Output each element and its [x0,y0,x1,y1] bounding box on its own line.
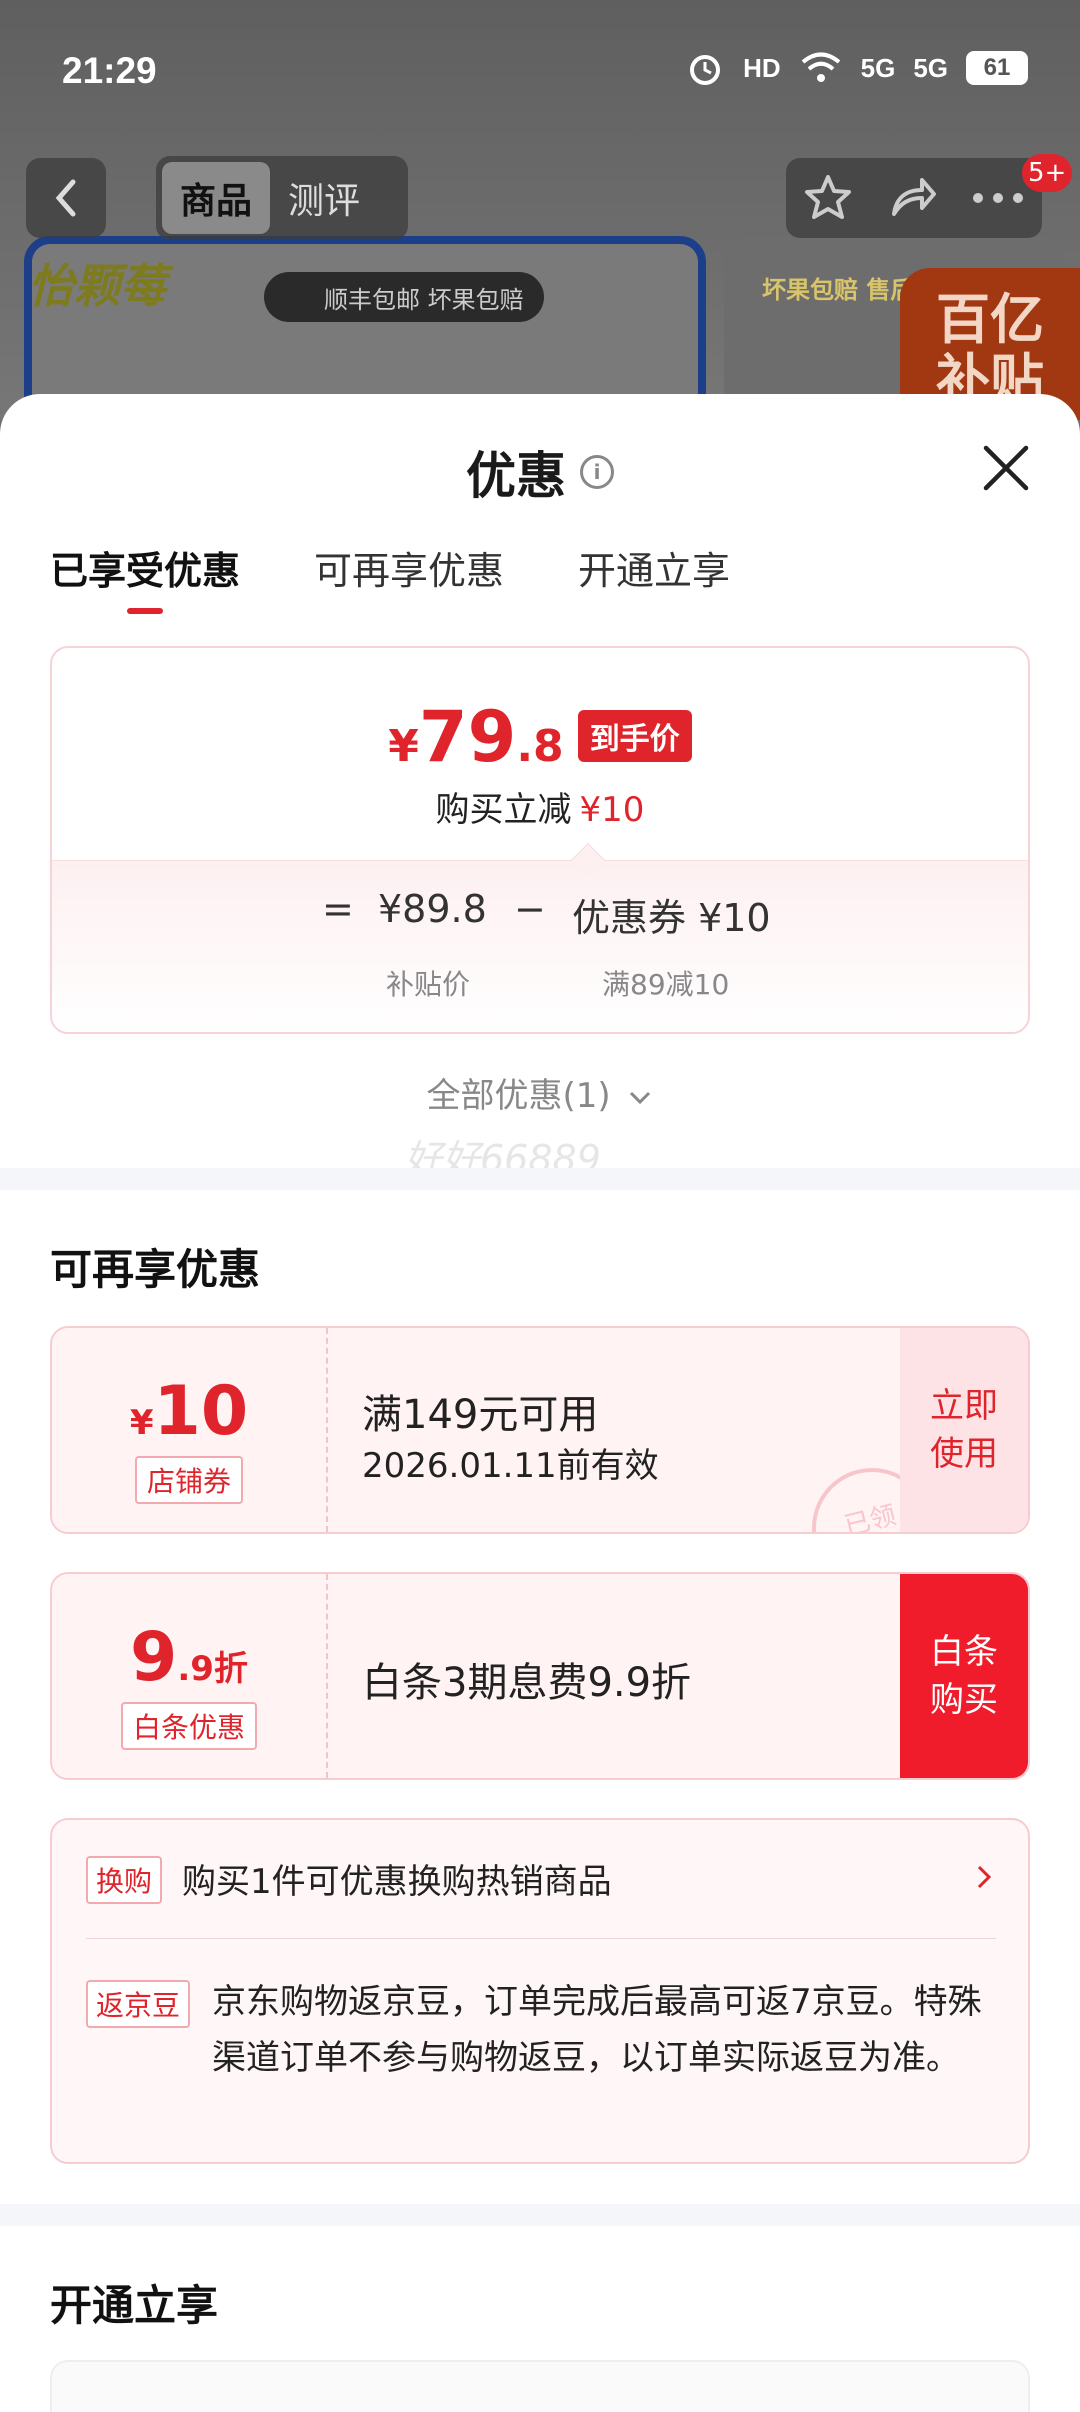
perk-divider [86,1938,996,1939]
perk-tag: 返京豆 [86,1980,191,2028]
section-title-vip: 开通立享 [50,2281,219,2330]
wifi-icon [801,52,840,82]
share-icon[interactable] [886,172,938,224]
coupon-divider [326,1328,328,1532]
discount-tabs: 已享受优惠 可再享优惠 开通立享 [50,540,730,614]
price-breakdown-card: ¥79.8 到手价 购买立减 ¥10 = ¥89.8 − 优惠券 ¥10 补贴价 满… [50,646,1030,1034]
baitiao-discount-value: 9.9折 [130,1618,248,1697]
chevron-left-icon [55,179,76,217]
coupon-type-tag: 店铺券 [134,1456,244,1504]
close-icon[interactable] [976,438,1036,498]
back-button[interactable] [26,158,106,238]
product-actions [786,158,1042,238]
sheet-header: 优惠 i [0,436,1080,508]
tab-more-discounts[interactable]: 可再享优惠 [314,540,504,600]
alarm-icon [690,55,721,85]
store-coupon-card: ¥10 店铺券 满149元可用 2026.01.11前有效 已领 立即使用 [50,1326,1030,1534]
all-offers-toggle[interactable]: 全部优惠(1) [0,1068,1080,1117]
formula-equals: = [322,887,354,931]
hd-icon: HD [743,52,781,83]
status-icons: HD 5G 5G 61 [685,48,1028,88]
all-offers-label: 全部优惠(1) [426,1076,611,1116]
instant-discount: 购买立减 ¥10 [435,790,645,830]
tab-enjoyed-discounts[interactable]: 已享受优惠 [50,540,240,614]
sheet-title: 优惠 [466,447,566,505]
final-price-badge: 到手价 [577,710,692,762]
notification-badge: 5+ [1022,154,1073,192]
perk-text: 京东购物返京豆，订单完成后最高可返7京豆。特殊渠道订单不参与购物返豆，以订单实际… [212,1982,982,2078]
coupon-value: ¥10 [129,1372,249,1451]
coupon-type-tag: 白条优惠 [120,1702,258,1750]
extra-perks-card: 换购 购买1件可优惠换购热销商品 返京豆 京东购物返京豆，订单完成后最高可返7京… [50,1818,1030,2164]
perk-text: 购买1件可优惠换购热销商品 [182,1862,612,1902]
subsidy-price: ¥89.8 [378,887,487,931]
tab-product[interactable]: 商品 [162,162,271,234]
final-price: ¥79.8 到手价 [52,696,1028,778]
signal-5g-icon-2: 5G [913,52,948,83]
vip-offer-card[interactable] [50,2360,1030,2412]
formula-minus: − [514,887,546,931]
status-bar: 21:29 HD 5G 5G 61 [0,0,1080,140]
chevron-right-icon [977,1865,992,1889]
tab-reviews[interactable]: 测评 [270,162,378,234]
after-sales-tag: 坏果包赔 售后 [762,276,915,304]
coupon-condition: 满89减10 [602,968,730,1001]
price-formula: = ¥89.8 − 优惠券 ¥10 补贴价 满89减10 [52,860,1028,1032]
signal-5g-icon: 5G [860,52,896,83]
baitiao-buy-button[interactable]: 白条购买 [900,1574,1028,1778]
chevron-down-icon [630,1091,651,1105]
coupon-expiry: 2026.01.11前有效 [362,1446,659,1486]
coupon-divider [326,1574,328,1778]
use-coupon-button[interactable]: 立即使用 [900,1328,1028,1532]
battery-icon: 61 [966,51,1028,85]
product-nav-tabs: 商品 测评 [156,156,408,240]
discount-sheet: 优惠 i 已享受优惠 可再享优惠 开通立享 ¥79.8 到手价 购买立减 ¥10 = … [0,394,1080,2412]
shipping-banner: 顺丰包邮 坏果包赔 [264,272,544,322]
status-time: 21:29 [62,50,157,91]
tab-activate-discounts[interactable]: 开通立享 [578,540,730,600]
more-icon[interactable] [970,188,1026,208]
section-title-more-discounts: 可再享优惠 [50,1245,261,1294]
baitiao-offer-text: 白条3期息费9.9折 [362,1660,692,1706]
section-divider [0,1168,1080,1190]
info-icon[interactable]: i [580,455,614,489]
baitiao-offer-card: 9.9折 白条优惠 白条3期息费9.9折 白条购买 [50,1572,1030,1780]
perk-tag: 换购 [86,1856,163,1904]
coupon-condition: 满149元可用 [362,1392,599,1438]
brand-logo: 怡颗莓 [28,259,166,313]
star-icon[interactable] [802,172,854,224]
coupon-amount: 优惠券 ¥10 [572,896,771,940]
subsidy-price-label: 补贴价 [386,968,471,1001]
section-divider [0,2204,1080,2226]
